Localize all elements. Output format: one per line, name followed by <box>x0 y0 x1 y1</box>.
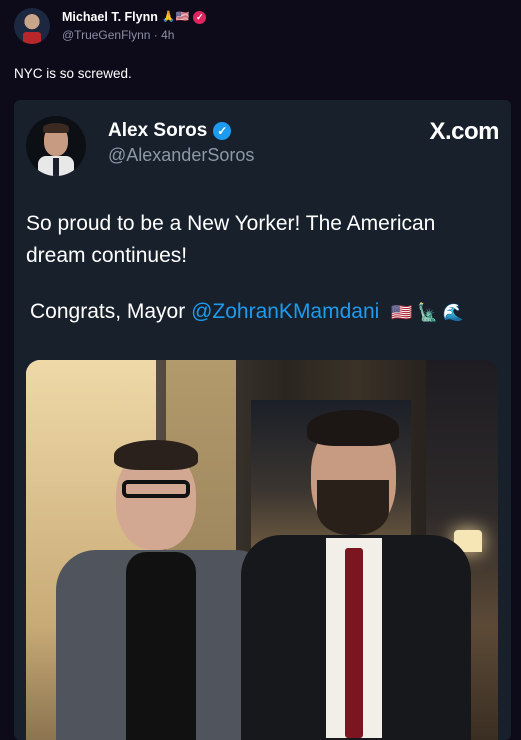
person-right-tie <box>345 548 363 738</box>
separator: · <box>153 28 158 42</box>
post-header: Michael T. Flynn 🙏🇺🇸 ✓ @TrueGenFlynn · 4… <box>14 8 207 52</box>
person-left-shirt <box>126 552 196 740</box>
embed-header: Alex Soros ✓ @AlexanderSoros <box>26 116 254 176</box>
blue-verified-badge-icon: ✓ <box>213 122 232 140</box>
embed-body-line1: So proud to be a New Yorker! The America… <box>26 212 436 235</box>
person-left-glasses <box>122 480 190 498</box>
embed-body-line2: dream continues! <box>26 244 188 267</box>
embed-author: Alex Soros ✓ @AlexanderSoros <box>108 120 254 176</box>
embed-author-name[interactable]: Alex Soros <box>108 120 207 142</box>
post-time[interactable]: 4h <box>161 28 174 42</box>
attached-photo[interactable] <box>26 360 498 740</box>
x-logo: X.com <box>429 118 499 145</box>
flag-emojis: 🇺🇸 🗽 🌊 <box>391 303 465 322</box>
avatar-tie <box>53 158 59 176</box>
handle-row: @TrueGenFlynn · 4h <box>62 26 206 44</box>
person-left-hair <box>114 440 198 470</box>
author-name[interactable]: Michael T. Flynn <box>62 8 158 26</box>
mention-link[interactable]: @ZohranKMamdani <box>191 300 379 323</box>
author-block: Michael T. Flynn 🙏🇺🇸 ✓ @TrueGenFlynn · 4… <box>62 8 207 44</box>
person-right <box>241 410 471 740</box>
person-right-beard <box>317 480 389 535</box>
author-row: Michael T. Flynn 🙏🇺🇸 ✓ <box>62 8 207 26</box>
pink-verified-badge-icon: ✓ <box>193 10 207 24</box>
embed-author-handle[interactable]: @AlexanderSoros <box>108 145 254 166</box>
post-text: NYC is so screwed. <box>14 66 132 81</box>
author-handle[interactable]: @TrueGenFlynn <box>62 28 150 42</box>
embedded-post-card[interactable]: Alex Soros ✓ @AlexanderSoros X.com So pr… <box>14 100 511 740</box>
embed-name-row: Alex Soros ✓ <box>108 120 254 142</box>
avatar-hair <box>43 123 69 133</box>
person-right-hair <box>307 410 399 446</box>
author-emojis: 🙏🇺🇸 <box>161 11 190 23</box>
congrats-line: Congrats, Mayor @ZohranKMamdani 🇺🇸 🗽 🌊 <box>30 300 464 324</box>
embed-avatar[interactable] <box>26 116 86 176</box>
embed-body: So proud to be a New Yorker! The America… <box>26 208 496 272</box>
avatar[interactable] <box>14 8 50 44</box>
congrats-prefix: Congrats, Mayor <box>30 300 186 323</box>
